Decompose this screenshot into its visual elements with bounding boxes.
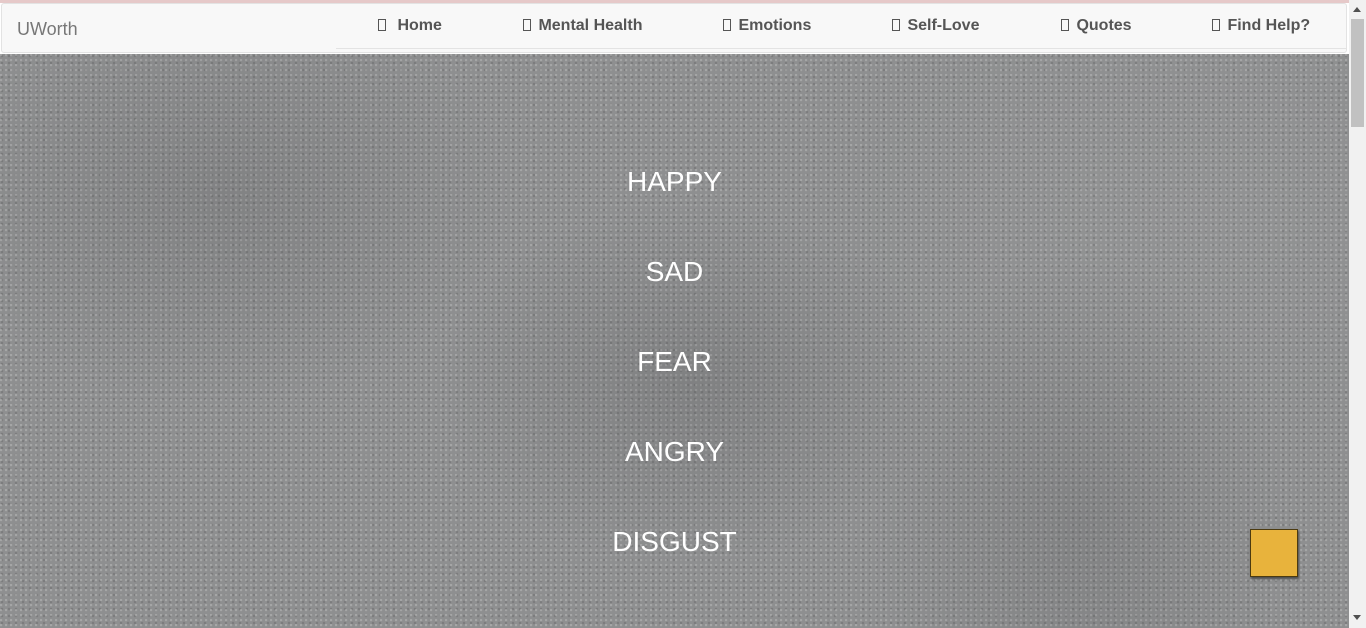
nav-emotions-label: Emotions (738, 17, 812, 34)
nav-find-help[interactable]: Find Help? (1212, 17, 1310, 35)
nav-home[interactable]: Home (378, 17, 442, 35)
nav-mental-health-label: Mental Health (538, 17, 643, 34)
nav-quotes[interactable]: Quotes (1061, 17, 1132, 35)
emotion-angry[interactable]: ANGRY (0, 435, 1349, 469)
nav-emotions[interactable]: Emotions (723, 17, 811, 35)
nav-mental-health[interactable]: Mental Health (523, 17, 642, 35)
scrollbar-thumb[interactable] (1351, 19, 1364, 127)
emotions-icon (723, 19, 731, 31)
nav-quotes-label: Quotes (1076, 17, 1132, 34)
nav-self-love-label: Self-Love (907, 17, 980, 34)
emotion-sad[interactable]: SAD (0, 255, 1349, 289)
nav-find-help-label: Find Help? (1227, 17, 1311, 34)
mental-health-icon (523, 19, 531, 31)
brand-link[interactable]: UWorth (17, 19, 78, 40)
emotion-fear[interactable]: FEAR (0, 345, 1349, 379)
emotion-happy[interactable]: HAPPY (0, 165, 1349, 199)
scroll-up-icon[interactable] (1353, 7, 1361, 12)
emotions-hero: HAPPY SAD FEAR ANGRY DISGUST (0, 54, 1349, 628)
self-love-icon (892, 19, 900, 31)
nav-home-label: Home (397, 17, 442, 34)
nav-underline (336, 48, 1347, 49)
emotion-disgust[interactable]: DISGUST (0, 525, 1349, 559)
nav-self-love[interactable]: Self-Love (892, 17, 979, 35)
navbar: UWorth Home Mental Health Emotions Self-… (1, 3, 1347, 53)
vertical-scrollbar[interactable] (1349, 0, 1366, 628)
home-icon (378, 19, 386, 31)
find-help-icon (1212, 19, 1220, 31)
scroll-down-icon[interactable] (1353, 615, 1361, 620)
back-to-top-button[interactable] (1250, 529, 1298, 577)
quotes-icon (1061, 19, 1069, 31)
